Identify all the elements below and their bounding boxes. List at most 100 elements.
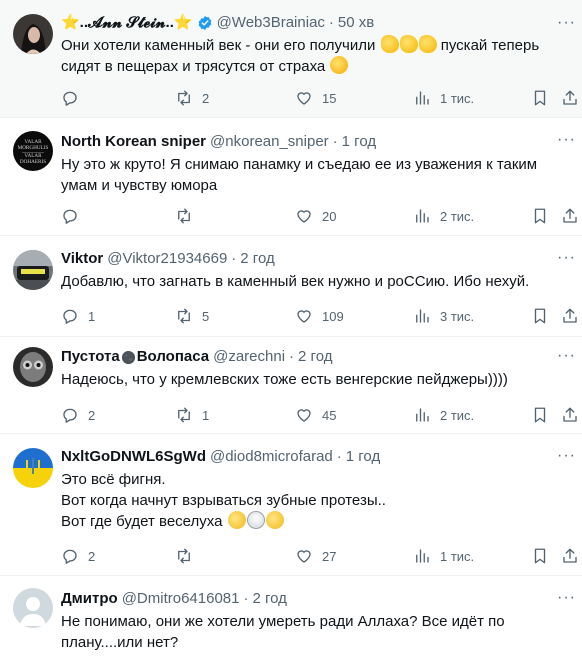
share-icon bbox=[563, 548, 577, 563]
timestamp[interactable]: 1 год bbox=[346, 447, 380, 467]
tweet-actions: 2 27 1 тис. bbox=[61, 546, 582, 566]
like-button[interactable]: 27 bbox=[295, 546, 336, 566]
tweet-text-line: умам и чувству юмора bbox=[61, 177, 218, 194]
timestamp[interactable]: 1 год bbox=[342, 132, 376, 152]
views-button[interactable]: 1 тис. bbox=[413, 88, 474, 108]
views-icon bbox=[416, 549, 429, 563]
more-icon[interactable]: ··· bbox=[557, 347, 576, 365]
more-icon[interactable]: ··· bbox=[557, 589, 576, 607]
author-name[interactable]: ⭐..𝓐𝓷𝓷 𝓢𝓽𝓮𝓲𝓷..⭐ bbox=[61, 13, 193, 33]
like-button[interactable]: 109 bbox=[295, 306, 344, 326]
author-name[interactable]: Viktor bbox=[61, 249, 103, 269]
retweet-button[interactable] bbox=[175, 206, 202, 226]
like-icon bbox=[297, 210, 311, 223]
tweet[interactable]: ⭐..𝓐𝓷𝓷 𝓢𝓽𝓮𝓲𝓷..⭐ @Web3Brainiac · 50 хв Он… bbox=[0, 0, 582, 118]
reply-button[interactable]: 1 bbox=[61, 306, 95, 326]
reply-icon bbox=[63, 549, 77, 564]
bookmark-button[interactable] bbox=[531, 405, 549, 425]
rolling-eyes-emoji-icon bbox=[227, 511, 246, 529]
reply-icon bbox=[63, 408, 77, 423]
author-handle[interactable]: @diod8microfarad bbox=[210, 447, 333, 467]
reply-feed: ⭐..𝓐𝓷𝓷 𝓢𝓽𝓮𝓲𝓷..⭐ @Web3Brainiac · 50 хв Он… bbox=[0, 0, 582, 662]
more-icon[interactable]: ··· bbox=[557, 131, 576, 149]
avatar-text: MORGHULIS bbox=[18, 145, 49, 151]
share-button[interactable] bbox=[561, 546, 579, 566]
views-icon bbox=[416, 309, 429, 323]
reply-button[interactable]: 2 bbox=[61, 405, 95, 425]
tweet-actions: 2 15 1 тис. bbox=[61, 88, 582, 108]
avatar[interactable]: VALAR MORGHULIS VALAR DOHAERIS bbox=[13, 131, 53, 171]
reply-button[interactable] bbox=[61, 88, 88, 108]
share-button[interactable] bbox=[561, 206, 579, 226]
author-name[interactable]: Пустота bbox=[61, 347, 120, 367]
tweet-text-line: сидят в пещерах и трясутся от страха bbox=[61, 58, 326, 75]
view-count: 1 тис. bbox=[440, 548, 475, 564]
share-button[interactable] bbox=[561, 306, 579, 326]
separator-dot: · bbox=[336, 448, 342, 465]
avatar[interactable] bbox=[13, 588, 53, 628]
view-count: 2 тис. bbox=[440, 208, 475, 224]
bookmark-icon bbox=[534, 407, 546, 423]
views-button[interactable]: 1 тис. bbox=[413, 546, 474, 566]
reply-button[interactable]: 2 bbox=[61, 546, 95, 566]
new-moon-emoji-icon bbox=[121, 350, 135, 364]
timestamp[interactable]: 50 хв bbox=[338, 13, 374, 33]
tweet[interactable]: Пустота Волопаса @zarechni · 2 год Надею… bbox=[0, 337, 582, 434]
retweet-button[interactable] bbox=[175, 546, 202, 566]
verified-icon bbox=[198, 16, 211, 30]
views-button[interactable]: 2 тис. bbox=[413, 206, 474, 226]
separator-dot: · bbox=[289, 348, 295, 365]
share-button[interactable] bbox=[561, 405, 579, 425]
author-name[interactable]: North Korean sniper bbox=[61, 132, 206, 152]
more-icon[interactable]: ··· bbox=[557, 447, 576, 465]
retweet-button[interactable]: 5 bbox=[175, 306, 209, 326]
author-name[interactable]: Волопаса bbox=[137, 347, 209, 367]
tweet-text-line: Ну это ж круто! Я снимаю панамку и съеда… bbox=[61, 156, 538, 173]
author-handle[interactable]: @zarechni bbox=[213, 347, 285, 367]
avatar[interactable] bbox=[13, 347, 53, 387]
avatar-text: DOHAERIS bbox=[20, 159, 46, 165]
timestamp[interactable]: 2 год bbox=[298, 347, 332, 367]
views-button[interactable]: 2 тис. bbox=[413, 405, 474, 425]
like-button[interactable]: 15 bbox=[295, 88, 336, 108]
retweet-button[interactable]: 2 bbox=[175, 88, 209, 108]
more-icon[interactable]: ··· bbox=[557, 14, 576, 32]
tweet-text-line: Вот когда начнут взрываться зубные проте… bbox=[61, 492, 386, 509]
avatar[interactable] bbox=[13, 448, 53, 488]
bookmark-button[interactable] bbox=[531, 546, 549, 566]
author-handle[interactable]: @Dmitro6416081 bbox=[122, 589, 240, 609]
like-button[interactable]: 45 bbox=[295, 405, 336, 425]
more-icon[interactable]: ··· bbox=[557, 249, 576, 267]
author-name[interactable]: NxltGoDNWL6SgWd bbox=[61, 447, 206, 467]
tweet-header: Пустота Волопаса @zarechni · 2 год bbox=[61, 347, 574, 367]
tweet-text-line: Вот где будет веселуха bbox=[61, 513, 223, 530]
tweet[interactable]: Viktor @Viktor21934669 · 2 год Добавлю, … bbox=[0, 236, 582, 337]
thinking-face-emoji-icon bbox=[265, 511, 284, 529]
tweet-text-line: пускай теперь bbox=[436, 37, 540, 54]
bookmark-button[interactable] bbox=[531, 88, 549, 108]
tweet-header: Дмитро @Dmitro6416081 · 2 год bbox=[61, 589, 574, 609]
reply-count: 2 bbox=[88, 407, 96, 423]
author-name[interactable]: Дмитро bbox=[61, 589, 118, 609]
bookmark-button[interactable] bbox=[531, 306, 549, 326]
timestamp[interactable]: 2 год bbox=[252, 589, 286, 609]
retweet-icon bbox=[178, 308, 190, 324]
tweet[interactable]: VALAR MORGHULIS VALAR DOHAERIS North Kor… bbox=[0, 118, 582, 236]
tweet[interactable]: NxltGoDNWL6SgWd @diod8microfarad · 1 год… bbox=[0, 434, 582, 576]
tweet-text-line: Они хотели каменный век - они его получи… bbox=[61, 37, 376, 54]
like-button[interactable]: 20 bbox=[295, 206, 336, 226]
retweet-button[interactable]: 1 bbox=[175, 405, 209, 425]
avatar[interactable] bbox=[13, 14, 53, 54]
skull-crossbones-emoji-icon bbox=[246, 511, 265, 529]
bookmark-button[interactable] bbox=[531, 206, 549, 226]
avatar[interactable] bbox=[13, 250, 53, 290]
share-button[interactable] bbox=[561, 88, 579, 108]
author-handle[interactable]: @Viktor21934669 bbox=[107, 249, 227, 269]
views-button[interactable]: 3 тис. bbox=[413, 306, 474, 326]
tweet-header: NxltGoDNWL6SgWd @diod8microfarad · 1 год bbox=[61, 447, 574, 467]
timestamp[interactable]: 2 год bbox=[240, 249, 274, 269]
reply-button[interactable] bbox=[61, 206, 88, 226]
author-handle[interactable]: @nkorean_sniper bbox=[210, 132, 329, 152]
tweet[interactable]: Дмитро @Dmitro6416081 · 2 год Не понимаю… bbox=[0, 576, 582, 662]
author-handle[interactable]: @Web3Brainiac bbox=[217, 13, 325, 33]
